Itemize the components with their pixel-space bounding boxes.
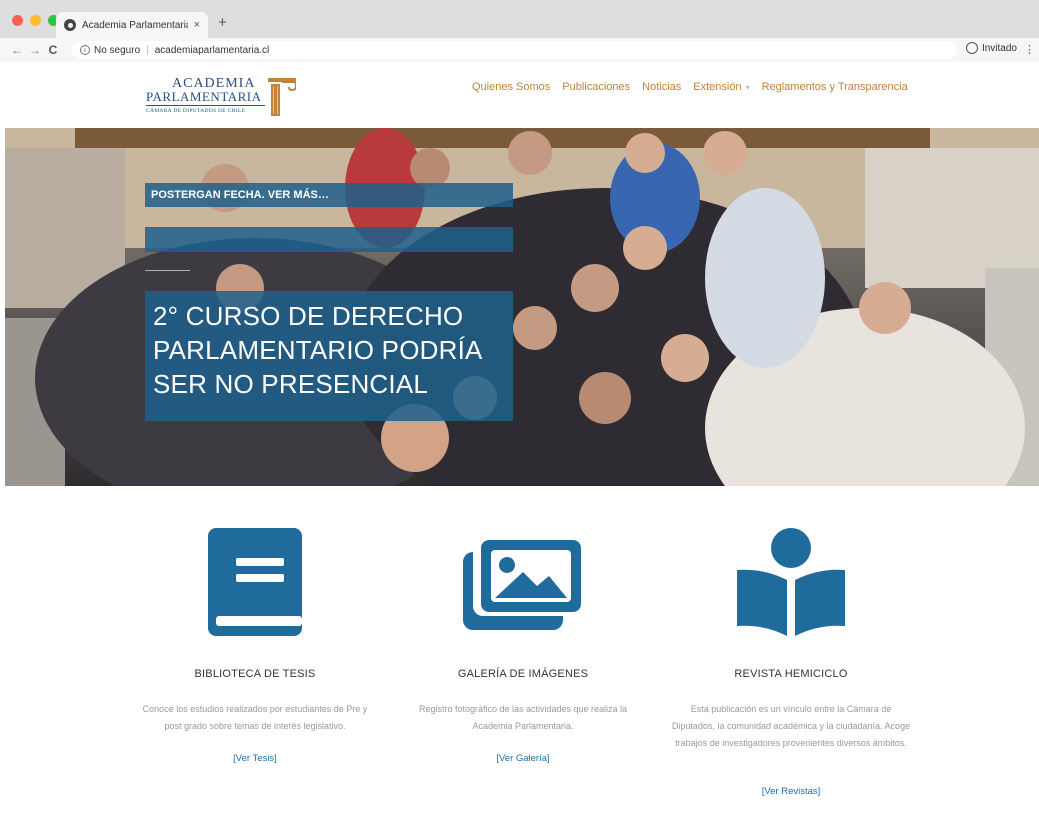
feature-title: GALERÍA DE IMÁGENES — [457, 668, 589, 680]
tab-strip: Academia Parlamentaria – Cám × + — [0, 0, 1039, 38]
nav-item-extension[interactable]: Extensión ▾ — [693, 81, 749, 93]
column-icon — [268, 78, 296, 116]
browser-toolbar: ← → C i No seguro | academiaparlamentari… — [0, 38, 1039, 62]
nav-item-noticias[interactable]: Noticias — [642, 81, 681, 93]
image-gallery-icon — [463, 536, 583, 630]
nav-item-publicaciones[interactable]: Publicaciones — [562, 81, 630, 93]
person-icon — [965, 42, 978, 54]
new-tab-button[interactable]: + — [218, 14, 227, 31]
security-label: No seguro — [94, 44, 141, 56]
reload-button[interactable]: C — [44, 43, 62, 57]
chevron-down-icon: ▾ — [745, 83, 750, 92]
nav-item-extension-label: Extensión — [693, 81, 742, 93]
nav-item-reglamentos[interactable]: Reglamentos y Transparencia — [762, 81, 908, 93]
reader-icon — [737, 528, 845, 636]
nav-item-quienes-somos[interactable]: Quienes Somos — [472, 81, 550, 93]
site-logo[interactable]: ACADEMIA PARLAMENTARIA CÁMARA DE DIPUTAD… — [146, 76, 296, 116]
feature-description: Conoce los estudios realizados por estud… — [142, 704, 368, 731]
url-text: academiaparlamentaria.cl — [154, 44, 270, 56]
logo-line-3: CÁMARA DE DIPUTADOS DE CHILE — [146, 108, 246, 114]
browser-chrome: Academia Parlamentaria – Cám × + ← → C i… — [0, 0, 1039, 62]
globe-icon — [64, 19, 76, 31]
info-icon[interactable]: i — [80, 45, 90, 55]
browser-menu-icon[interactable]: ⋮ — [1024, 43, 1035, 56]
feature-title: BIBLIOTECA DE TESIS — [194, 668, 316, 680]
hero-slider[interactable]: POSTERGAN FECHA. VER MÁS… 2° CURSO DE DE… — [5, 128, 1039, 486]
hero-kicker-link[interactable]: POSTERGAN FECHA. VER MÁS… — [145, 183, 513, 207]
address-bar[interactable]: i No seguro | academiaparlamentaria.cl — [72, 41, 957, 59]
logo-line-2: PARLAMENTARIA — [146, 89, 262, 104]
feature-description: Esta publicación es un vínculo entre la … — [671, 704, 911, 748]
ver-tesis-link[interactable]: [Ver Tesis] — [135, 753, 375, 764]
omnibox-separator: | — [146, 44, 149, 56]
tab-title: Academia Parlamentaria – Cám — [82, 19, 188, 31]
hero-subtitle-bar — [145, 227, 513, 252]
browser-tab[interactable]: Academia Parlamentaria – Cám × — [56, 12, 208, 38]
hero-headline[interactable]: 2° CURSO DE DERECHO PARLAMENTARIO PODRÍA… — [145, 291, 513, 421]
feature-title: REVISTA HEMICICLO — [734, 668, 848, 680]
tab-close-button[interactable]: × — [194, 19, 200, 31]
main-nav: Quienes Somos Publicaciones Noticias Ext… — [472, 81, 908, 93]
profile-button[interactable]: Invitado — [965, 42, 1017, 54]
back-button[interactable]: ← — [8, 43, 26, 57]
book-icon — [208, 528, 302, 636]
logo-rule — [146, 105, 265, 106]
window-controls — [12, 15, 59, 26]
hero-divider — [145, 270, 190, 271]
ver-revistas-link[interactable]: [Ver Revistas] — [671, 786, 911, 797]
feature-description: Registro fotográfico de las actividades … — [418, 704, 628, 731]
profile-label: Invitado — [981, 42, 1017, 54]
minimize-window-button[interactable] — [30, 15, 41, 26]
site-header: ACADEMIA PARLAMENTARIA CÁMARA DE DIPUTAD… — [0, 62, 1039, 128]
ver-galeria-link[interactable]: [Ver Galería] — [403, 753, 643, 764]
forward-button[interactable]: → — [26, 43, 44, 57]
close-window-button[interactable] — [12, 15, 23, 26]
